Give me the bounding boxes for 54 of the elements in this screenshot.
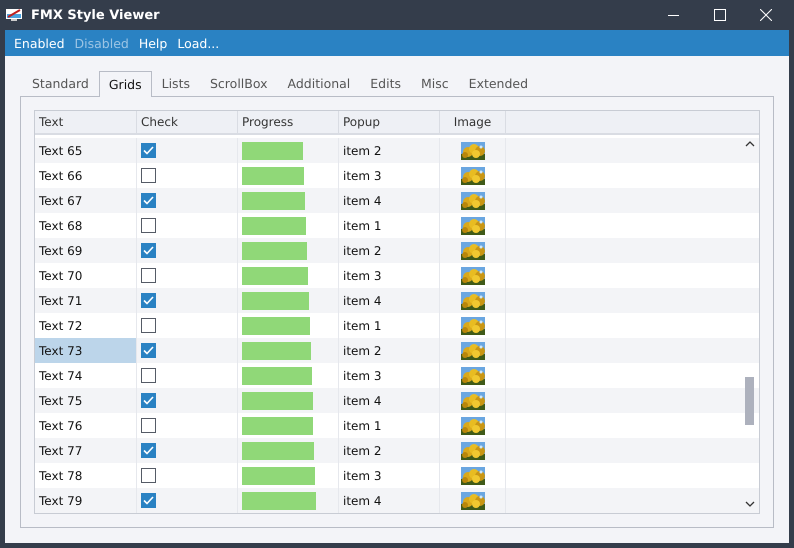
- window-title: FMX Style Viewer: [31, 8, 161, 22]
- checkbox[interactable]: [141, 418, 156, 433]
- table-cell[interactable]: item 2: [339, 238, 440, 263]
- checkbox[interactable]: [141, 468, 156, 483]
- table-cell[interactable]: Text 77: [35, 438, 137, 463]
- table-cell[interactable]: item 2: [339, 338, 440, 363]
- table-cell[interactable]: item 4: [339, 288, 440, 313]
- checkbox[interactable]: [141, 343, 156, 358]
- scroll-down-icon[interactable]: [745, 501, 755, 507]
- table-cell[interactable]: Text 69: [35, 238, 137, 263]
- table-cell[interactable]: item 4: [339, 488, 440, 513]
- table-cell[interactable]: item 4: [339, 388, 440, 413]
- maximize-icon[interactable]: [714, 9, 726, 21]
- checkbox[interactable]: [141, 243, 156, 258]
- menu-item[interactable]: Help: [134, 36, 172, 50]
- tab[interactable]: Extended: [458, 70, 538, 96]
- checkbox[interactable]: [141, 368, 156, 383]
- column-header[interactable]: Check: [137, 111, 238, 133]
- checkbox[interactable]: [141, 143, 156, 158]
- column-header[interactable]: Progress: [238, 111, 339, 133]
- checkbox[interactable]: [141, 168, 156, 183]
- checkbox[interactable]: [141, 493, 156, 508]
- column-header[interactable]: Popup: [339, 111, 440, 133]
- column-header[interactable]: Image: [440, 111, 506, 133]
- table-cell[interactable]: Text 75: [35, 388, 137, 413]
- menu-item[interactable]: Enabled: [9, 36, 70, 50]
- app-icon: [5, 8, 23, 22]
- table-cell[interactable]: Text 73: [35, 338, 137, 363]
- table-cell[interactable]: Text 67: [35, 188, 137, 213]
- tab[interactable]: Misc: [411, 70, 459, 96]
- checkbox[interactable]: [141, 193, 156, 208]
- scrollbar-thumb[interactable]: [745, 377, 754, 425]
- checkbox[interactable]: [141, 218, 156, 233]
- close-icon[interactable]: [760, 9, 772, 21]
- tab[interactable]: Grids: [98, 71, 152, 97]
- column-header[interactable]: Text: [35, 111, 137, 133]
- checkbox[interactable]: [141, 318, 156, 333]
- tab[interactable]: Additional: [278, 70, 360, 96]
- table-cell[interactable]: item 2: [339, 438, 440, 463]
- table-cell[interactable]: item 4: [339, 188, 440, 213]
- table-cell[interactable]: Text 79: [35, 488, 137, 513]
- scroll-up-icon[interactable]: [745, 141, 755, 147]
- table-cell[interactable]: item 2: [339, 138, 440, 163]
- checkbox[interactable]: [141, 293, 156, 308]
- tab[interactable]: Lists: [152, 70, 200, 96]
- menu-item[interactable]: Load...: [172, 36, 224, 50]
- tab[interactable]: ScrollBox: [200, 70, 278, 96]
- tab[interactable]: Edits: [360, 70, 412, 96]
- tab[interactable]: Standard: [22, 70, 99, 96]
- checkbox[interactable]: [141, 393, 156, 408]
- table-cell[interactable]: Text 71: [35, 288, 137, 313]
- checkbox[interactable]: [141, 443, 156, 458]
- checkbox[interactable]: [141, 268, 156, 283]
- table-cell[interactable]: Text 65: [35, 138, 137, 163]
